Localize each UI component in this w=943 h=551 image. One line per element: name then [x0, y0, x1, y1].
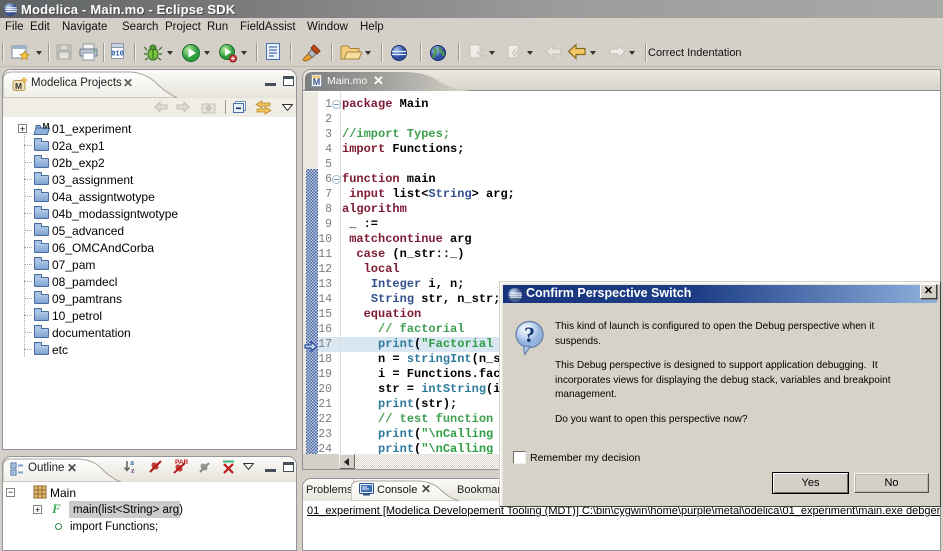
svg-text:010: 010 [111, 51, 124, 59]
svg-text:z: z [131, 466, 135, 474]
svg-text:M: M [313, 77, 321, 87]
svg-text:M: M [43, 122, 50, 131]
svg-text:?: ? [524, 322, 535, 347]
svg-text:M: M [15, 81, 22, 91]
